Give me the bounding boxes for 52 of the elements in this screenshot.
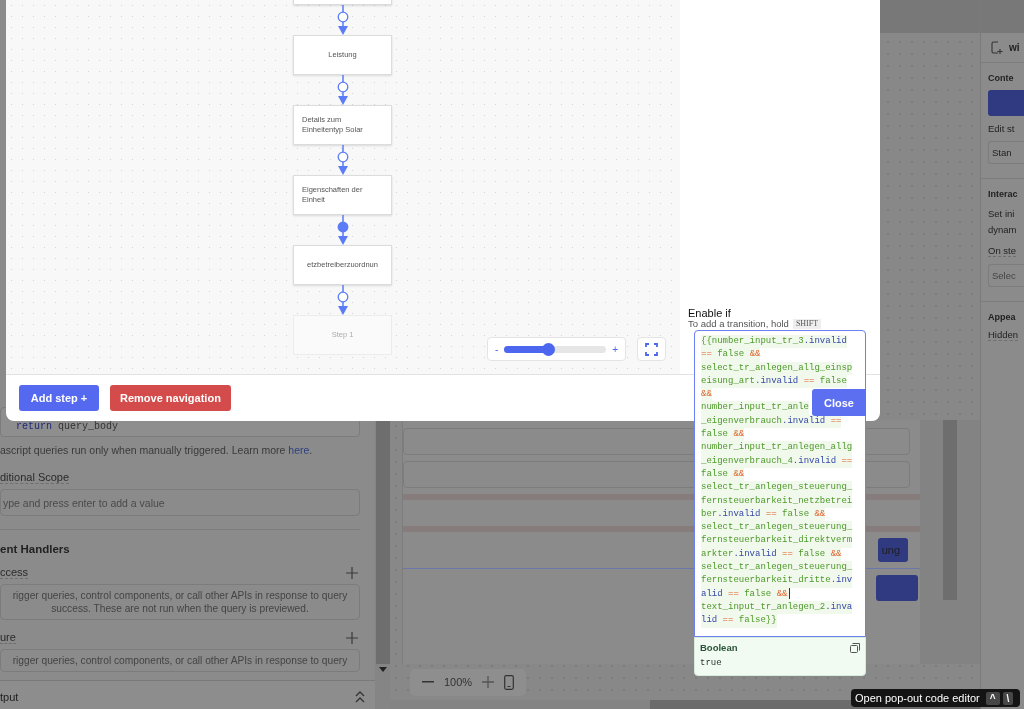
- handler-empty-text: rigger queries, control components, or call other APIs in response to query: [0, 649, 360, 672]
- add-step-button[interactable]: Add step +: [19, 385, 99, 411]
- section-title: Interac: [988, 189, 1019, 199]
- phone-icon: [504, 674, 515, 690]
- remove-navigation-button[interactable]: Remove navigation: [110, 385, 231, 411]
- field-label: Enable if: [688, 307, 732, 319]
- scope-field[interactable]: ype and press enter to add a value: [0, 489, 360, 516]
- zoom-in-label: +: [612, 343, 618, 355]
- result-value: true: [700, 658, 723, 668]
- handler-empty-text: rigger queries, control components, or call other APIs in response to query success. These are not run when the query is previewed.: [0, 584, 360, 620]
- copy-icon: [850, 642, 860, 653]
- zoom-value: 100%: [444, 676, 473, 688]
- double-chevron-icon: [355, 690, 365, 703]
- scrollbar[interactable]: [943, 420, 957, 600]
- style-select[interactable]: Stan: [988, 141, 1024, 164]
- fit-view-button[interactable]: [637, 337, 666, 361]
- plus-icon: [346, 566, 358, 579]
- step-select[interactable]: Selec: [988, 264, 1024, 287]
- transition-connector[interactable]: [336, 215, 349, 245]
- section-title: ent Handlers: [0, 543, 71, 555]
- zoom-slider[interactable]: [504, 345, 607, 353]
- close-button[interactable]: Close: [812, 389, 866, 416]
- field-label: On ste: [988, 245, 1016, 257]
- scrollbar[interactable]: [375, 420, 390, 664]
- code-editor[interactable]: [694, 330, 866, 637]
- add-component-icon: [991, 41, 1004, 54]
- output-label: tput: [0, 690, 19, 703]
- result-type: Boolean: [700, 642, 738, 653]
- fullscreen-icon: [645, 342, 658, 356]
- help-text: ascript queries run only when manually triggered. Learn more here.: [0, 444, 314, 456]
- key-hint: \: [1002, 691, 1014, 705]
- zoom-in-icon: [482, 676, 495, 688]
- plus-icon: [346, 631, 358, 644]
- panel-title: wi: [1009, 42, 1020, 53]
- key-hint: SHIFT: [792, 319, 822, 329]
- handler-label: ure: [0, 631, 16, 644]
- hint-text: To add a transition, hold: [688, 319, 789, 329]
- field-label: ditional Scope: [0, 471, 70, 484]
- transition-connector[interactable]: [336, 145, 349, 175]
- transition-connector[interactable]: [336, 75, 349, 105]
- description-text: Set ini dynam: [988, 207, 1018, 237]
- tooltip-text: Open pop-out code editor: [855, 692, 980, 704]
- transition-connector[interactable]: [336, 5, 349, 35]
- zoom-out-label: -: [495, 343, 499, 355]
- handler-label: ccess: [0, 566, 29, 579]
- section-title: Conte: [988, 73, 1015, 83]
- field-label: Hidden: [988, 329, 1019, 341]
- transition-connector[interactable]: [336, 285, 349, 315]
- section-title: Appea: [988, 312, 1017, 322]
- field-label: Edit st: [988, 123, 1016, 134]
- key-hint: ^: [985, 691, 1000, 705]
- down-arrow-icon: [378, 667, 387, 672]
